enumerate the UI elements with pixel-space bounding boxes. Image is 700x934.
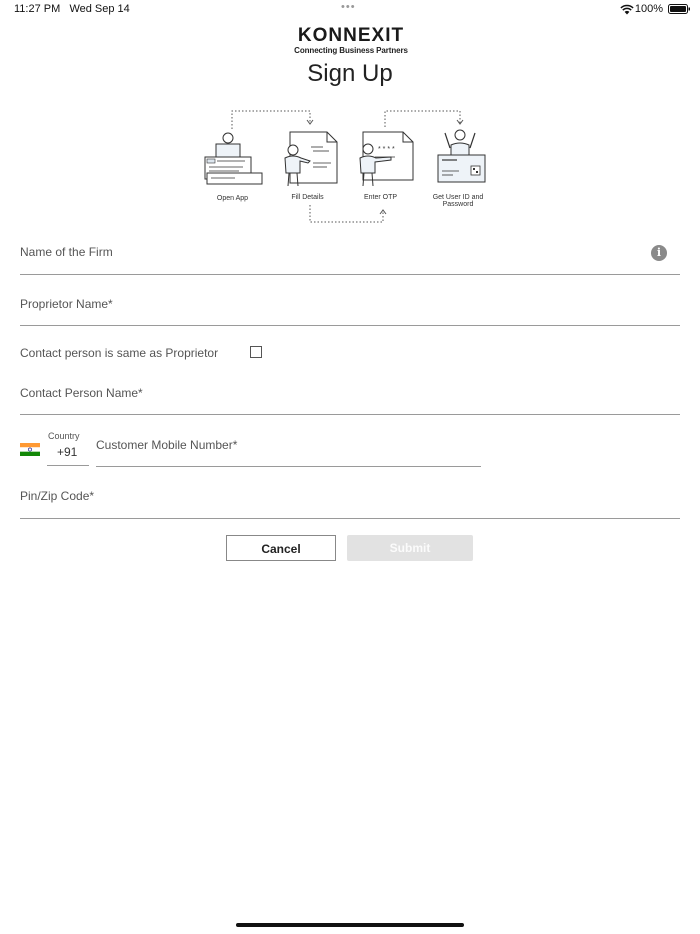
submit-button[interactable]: Submit [347, 535, 473, 561]
mobile-number-field[interactable]: Customer Mobile Number* [96, 433, 481, 469]
signup-screen: 11:27 PM Wed Sep 14 ••• 100% KONNEXIT Co… [0, 0, 700, 934]
pin-code-underline [20, 518, 680, 519]
fill-details-illustration [284, 131, 338, 187]
steps-graphic: * * * * [204, 110, 486, 223]
cancel-button[interactable]: Cancel [226, 535, 336, 561]
info-icon[interactable]: i [651, 245, 667, 261]
multitasking-dots[interactable]: ••• [341, 1, 356, 13]
home-indicator[interactable] [236, 923, 464, 927]
step-label-line: Password [442, 201, 474, 208]
page-title: Sign Up [307, 60, 393, 87]
contact-person-label: Contact Person Name* [20, 386, 143, 400]
status-date: Wed Sep 14 [69, 3, 130, 15]
step-label-enter-otp: Enter OTP [363, 194, 398, 201]
mobile-number-underline [96, 466, 481, 467]
status-clock: 11:27 PM [14, 3, 61, 15]
pin-code-field[interactable]: Pin/Zip Code* [20, 484, 680, 520]
wifi-icon [620, 4, 634, 15]
country-underline [47, 465, 89, 466]
konnexit-logo: KONNEXIT [298, 25, 404, 45]
step-label-open-app: Open App [216, 195, 249, 202]
user-id-card-illustration [437, 129, 486, 183]
firm-name-underline [20, 274, 680, 275]
battery-icon [668, 4, 690, 14]
battery-percent: 100% [634, 3, 663, 15]
proprietor-name-label: Proprietor Name* [20, 297, 113, 311]
contact-person-underline [20, 414, 680, 415]
signup-steps-illustration: * * * * Open App Fill Details Enter OTP … [195, 105, 505, 230]
step-label-line: Get User ID and [432, 194, 484, 201]
logo-tagline: Connecting Business Partners [294, 46, 408, 55]
mobile-number-label: Customer Mobile Number* [96, 438, 238, 452]
same-as-proprietor-label: Contact person is same as Proprietor [20, 346, 219, 360]
firm-name-field[interactable]: Name of the Firm i [20, 240, 680, 276]
proprietor-name-field[interactable]: Proprietor Name* [20, 292, 680, 328]
country-code-selector[interactable]: +91 [57, 445, 77, 459]
same-as-proprietor-checkbox[interactable] [250, 346, 262, 358]
country-label: Country [48, 431, 80, 441]
step-label-get-user-id: Get User ID and Password [423, 194, 493, 208]
pin-code-label: Pin/Zip Code* [20, 489, 95, 503]
contact-person-field[interactable]: Contact Person Name* [20, 381, 680, 417]
proprietor-name-underline [20, 325, 680, 326]
open-app-illustration [204, 132, 263, 185]
svg-text:KONNEXIT: KONNEXIT [298, 25, 404, 45]
svg-text:* * * *: * * * * [378, 146, 395, 153]
same-as-proprietor-row: Contact person is same as Proprietor [20, 341, 680, 361]
india-flag-icon [20, 443, 40, 456]
firm-name-label: Name of the Firm [20, 245, 113, 259]
status-time: 11:27 PM Wed Sep 14 [14, 3, 130, 15]
enter-otp-illustration: * * * * [359, 131, 414, 187]
step-label-fill-details: Fill Details [291, 194, 324, 201]
